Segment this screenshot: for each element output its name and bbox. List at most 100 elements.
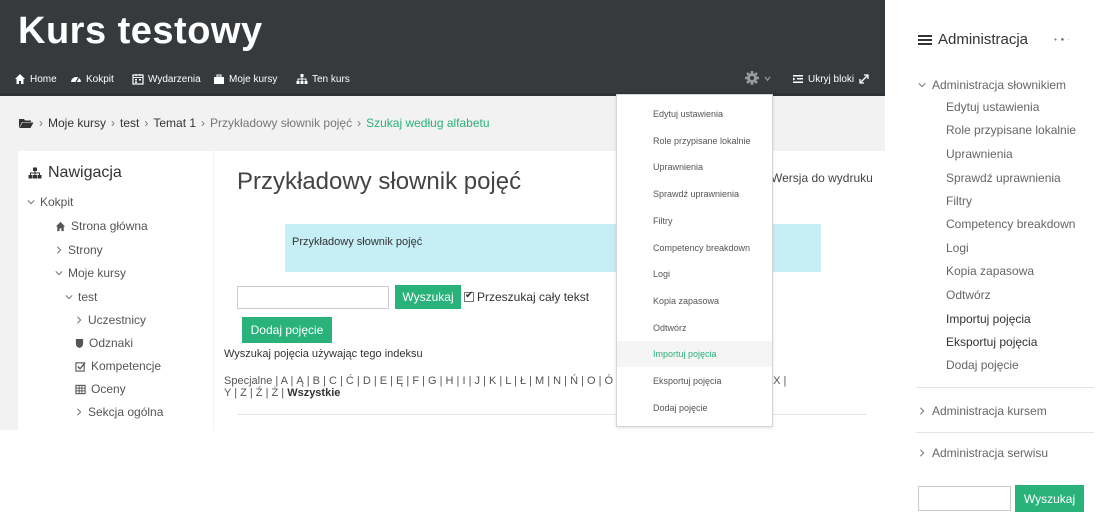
breadcrumb-separator: › bbox=[111, 116, 116, 130]
alphabet-all-link[interactable]: Wszystkie bbox=[287, 387, 340, 399]
breadcrumb-course[interactable]: test bbox=[120, 116, 139, 130]
tree-item-general-section[interactable]: Sekcja ogólna bbox=[75, 405, 163, 419]
sitemap-icon bbox=[296, 74, 308, 84]
admin-search-input[interactable] bbox=[918, 486, 1011, 511]
tree-item-grades[interactable]: Oceny bbox=[75, 382, 126, 396]
menu-item-logs[interactable]: Logi bbox=[617, 261, 772, 287]
menu-item-check-permissions[interactable]: Sprawdź uprawnienia bbox=[617, 181, 772, 207]
tree-item-label: Uczestnicy bbox=[88, 313, 147, 327]
nav-this-course-label: Ten kurs bbox=[312, 73, 350, 85]
tree-item-label: Kokpit bbox=[40, 195, 74, 209]
menu-item-export-entries[interactable]: Eksportuj pojęcia bbox=[617, 368, 772, 394]
dashboard-icon bbox=[71, 77, 81, 83]
tree-item-my-courses[interactable]: Moje kursy bbox=[55, 266, 126, 280]
breadcrumb-my-courses[interactable]: Moje kursy bbox=[48, 116, 106, 130]
gear-icon[interactable] bbox=[1060, 38, 1064, 41]
site-title[interactable]: Kurs testowy bbox=[18, 10, 263, 53]
alphabet-letters-line1[interactable]: Specjalne | A | Ą | B | C | Ć | D | E | … bbox=[224, 375, 874, 387]
admin-site-label: Administracja serwisu bbox=[932, 446, 1049, 460]
navigation-block-title: Nawigacja bbox=[28, 164, 122, 182]
administration-block: Administracja Administracja słownikiem E… bbox=[906, 16, 1104, 527]
menu-item-restore[interactable]: Odtwórz bbox=[617, 315, 772, 341]
menu-icon bbox=[918, 34, 932, 45]
tree-item-label: Odznaki bbox=[89, 336, 134, 350]
settings-dropdown-menu: Edytuj ustawienia Role przypisane lokaln… bbox=[616, 94, 773, 427]
admin-item-permissions[interactable]: Uprawnienia bbox=[946, 147, 1013, 161]
tree-item-pages[interactable]: Strony bbox=[55, 243, 103, 257]
admin-item-check-permissions[interactable]: Sprawdź uprawnienia bbox=[946, 171, 1061, 185]
tree-item-badges[interactable]: Odznaki bbox=[75, 336, 133, 350]
breadcrumb-glossary[interactable]: Przykładowy słownik pojęć bbox=[210, 116, 352, 130]
gear-icon bbox=[745, 71, 759, 85]
breadcrumb-topic[interactable]: Temat 1 bbox=[153, 116, 196, 130]
admin-item-logs[interactable]: Logi bbox=[946, 241, 969, 255]
search-input[interactable] bbox=[237, 286, 389, 309]
admin-glossary-section[interactable]: Administracja słownikiem bbox=[918, 78, 1066, 92]
admin-site-section[interactable]: Administracja serwisu bbox=[918, 446, 1048, 460]
menu-item-backup[interactable]: Kopia zapasowa bbox=[617, 288, 772, 314]
chevron-down-icon[interactable] bbox=[1067, 36, 1069, 43]
home-icon bbox=[55, 221, 66, 231]
menu-item-permissions[interactable]: Uprawnienia bbox=[617, 154, 772, 180]
table-icon bbox=[75, 384, 86, 394]
tree-item-dashboard[interactable]: Kokpit bbox=[27, 195, 73, 209]
move-icon[interactable] bbox=[1054, 38, 1057, 41]
breadcrumb-current[interactable]: Szukaj według alfabetu bbox=[366, 116, 489, 130]
settings-menu-toggle[interactable] bbox=[744, 70, 771, 86]
alphabet-letters-tail[interactable]: Y | Z | Ź | Ż | bbox=[224, 387, 287, 399]
admin-search-button[interactable]: Wyszukaj bbox=[1015, 485, 1084, 512]
breadcrumb-separator: › bbox=[144, 116, 149, 130]
admin-item-edit-settings[interactable]: Edytuj ustawienia bbox=[946, 100, 1039, 114]
print-version-link[interactable]: Wersja do wydruku bbox=[771, 171, 873, 185]
admin-item-add-entry[interactable]: Dodaj pojęcie bbox=[946, 358, 1019, 372]
chevron-down-icon bbox=[55, 271, 63, 276]
menu-item-edit-settings[interactable]: Edytuj ustawienia bbox=[617, 101, 772, 127]
nav-home[interactable]: Home bbox=[14, 73, 57, 85]
nav-my-courses[interactable]: Moje kursy bbox=[213, 73, 277, 85]
outdent-icon bbox=[793, 75, 803, 83]
tree-item-competencies[interactable]: Kompetencje bbox=[75, 359, 161, 373]
admin-item-filters[interactable]: Filtry bbox=[946, 194, 972, 208]
fulltext-checkbox[interactable] bbox=[464, 290, 474, 302]
home-icon bbox=[15, 74, 25, 84]
menu-item-local-roles[interactable]: Role przypisane lokalnie bbox=[617, 128, 772, 154]
chevron-down-icon bbox=[918, 83, 926, 88]
calendar-icon bbox=[132, 74, 144, 85]
alphabet-index[interactable]: Specjalne | A | Ą | B | C | Ć | D | E | … bbox=[224, 375, 874, 399]
tree-item-course[interactable]: test bbox=[65, 290, 97, 304]
admin-course-label: Administracja kursem bbox=[932, 404, 1047, 418]
chevron-down-icon bbox=[27, 200, 35, 205]
nav-this-course[interactable]: Ten kurs bbox=[296, 73, 350, 85]
nav-dashboard-label: Kokpit bbox=[86, 73, 114, 85]
alphabet-letters-line2[interactable]: Y | Z | Ź | Ż | Wszystkie bbox=[224, 387, 874, 399]
hide-blocks-button[interactable]: Ukryj bloki bbox=[792, 73, 870, 85]
search-button[interactable]: Wyszukaj bbox=[395, 285, 461, 309]
menu-item-competency-breakdown[interactable]: Competency breakdown bbox=[617, 235, 772, 261]
shield-icon bbox=[75, 338, 84, 348]
admin-item-local-roles[interactable]: Role przypisane lokalnie bbox=[946, 123, 1076, 137]
nav-dashboard[interactable]: Kokpit bbox=[70, 73, 114, 85]
fulltext-search-option[interactable]: Przeszukaj cały tekst bbox=[464, 290, 589, 304]
admin-item-export-entries[interactable]: Eksportuj pojęcia bbox=[946, 335, 1037, 349]
admin-item-restore[interactable]: Odtwórz bbox=[946, 288, 991, 302]
tree-item-participants[interactable]: Uczestnicy bbox=[75, 313, 146, 327]
add-entry-button[interactable]: Dodaj pojęcie bbox=[242, 317, 332, 343]
page-title: Przykładowy słownik pojęć bbox=[237, 168, 522, 195]
nav-events[interactable]: Wydarzenia bbox=[132, 73, 201, 85]
tree-item-label: Oceny bbox=[91, 382, 126, 396]
nav-my-courses-label: Moje kursy bbox=[229, 73, 278, 85]
divider bbox=[916, 432, 1094, 433]
admin-item-competency-breakdown[interactable]: Competency breakdown bbox=[946, 217, 1075, 231]
chevron-right-icon bbox=[57, 246, 62, 254]
briefcase-icon bbox=[214, 74, 224, 84]
admin-course-section[interactable]: Administracja kursem bbox=[918, 404, 1047, 418]
admin-item-import-entries[interactable]: Importuj pojęcia bbox=[946, 312, 1031, 326]
menu-item-import-entries[interactable]: Importuj pojęcia bbox=[617, 341, 772, 367]
fulltext-label: Przeszukaj cały tekst bbox=[477, 290, 590, 304]
menu-item-add-entry[interactable]: Dodaj pojęcie bbox=[617, 395, 772, 421]
folder-open-icon[interactable] bbox=[18, 117, 34, 129]
tree-item-home[interactable]: Strona główna bbox=[55, 219, 148, 233]
chevron-down-icon bbox=[764, 75, 771, 81]
admin-item-backup[interactable]: Kopia zapasowa bbox=[946, 264, 1034, 278]
menu-item-filters[interactable]: Filtry bbox=[617, 208, 772, 234]
